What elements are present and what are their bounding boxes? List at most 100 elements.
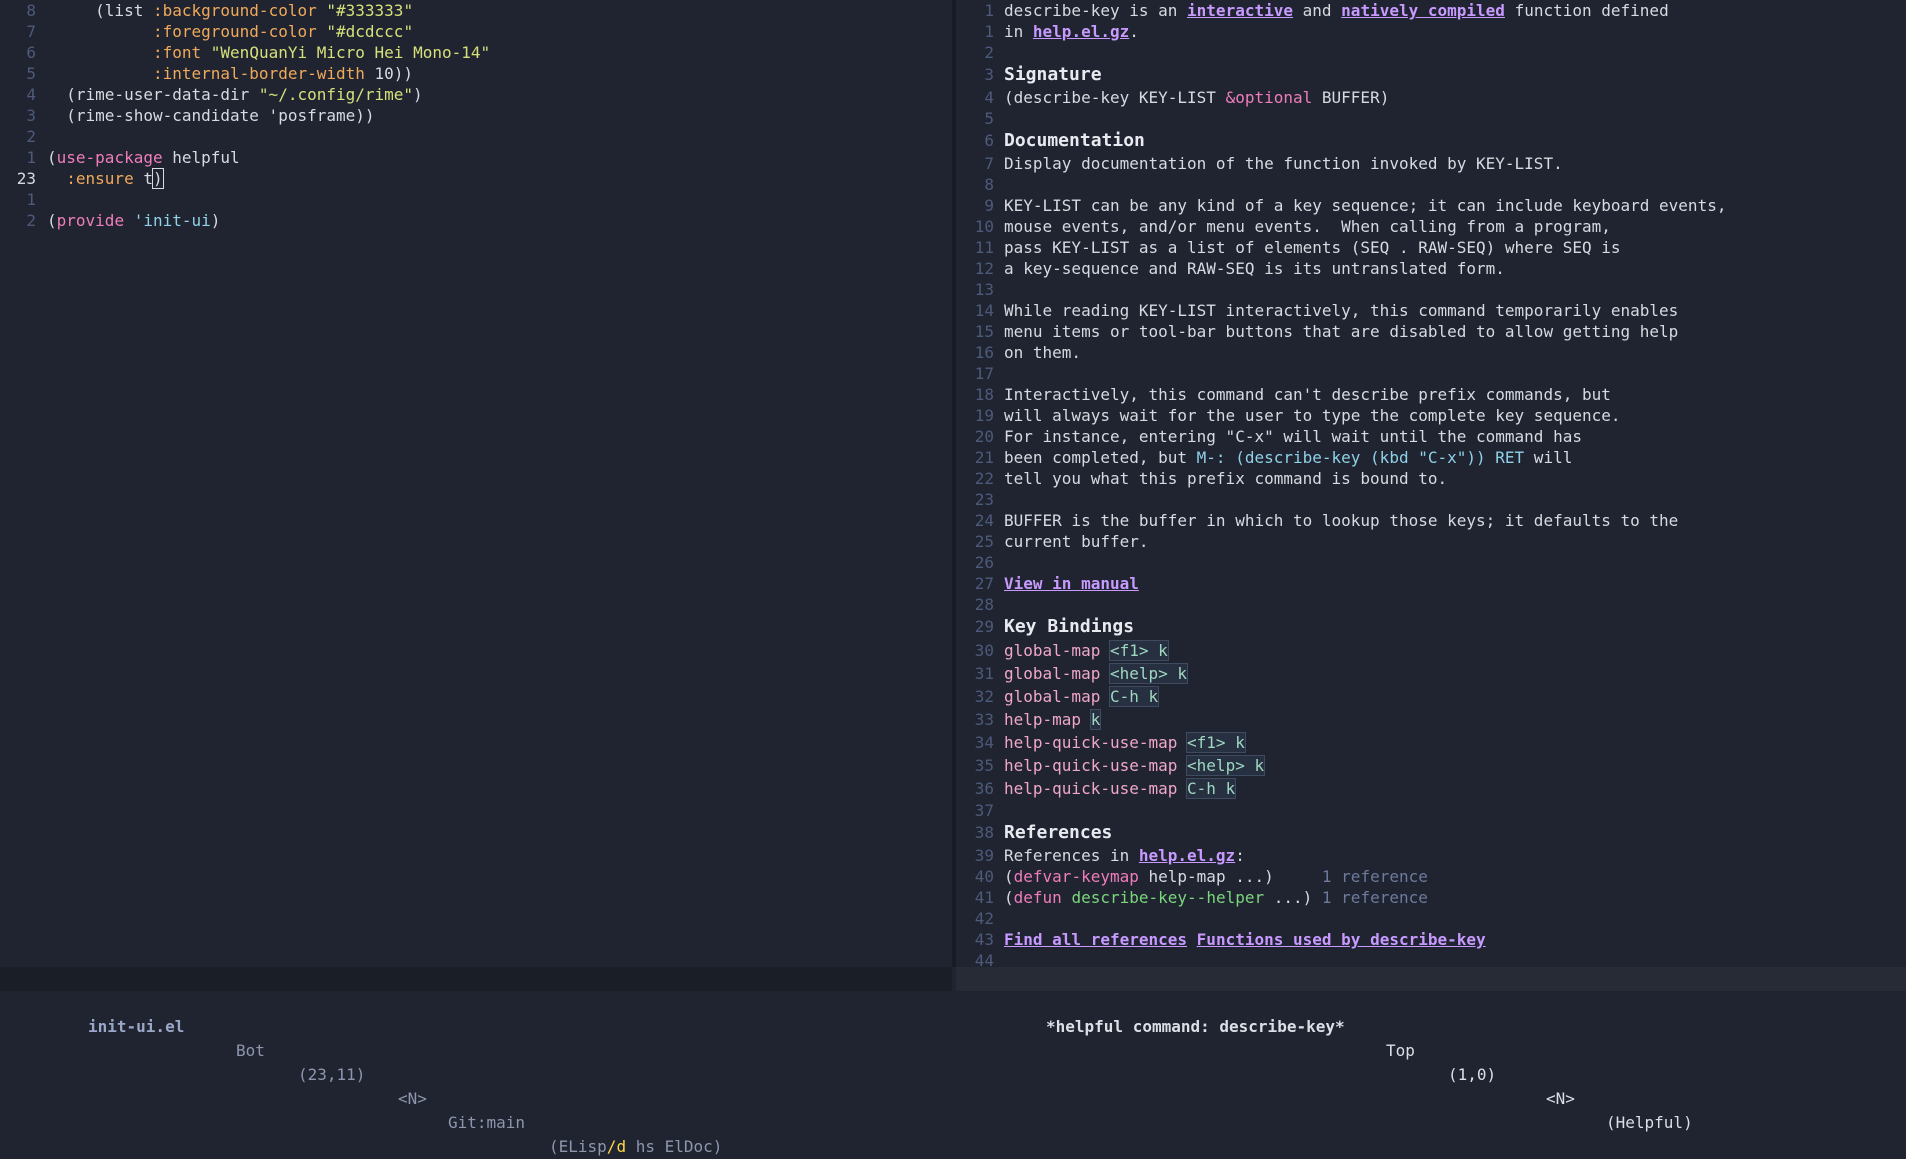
line-text: Display documentation of the function in… bbox=[1004, 153, 1563, 174]
buffer-line[interactable]: 27 View in manual bbox=[956, 573, 1906, 594]
buffer-line[interactable]: 40 (defvar-keymap help-map ...) 1 referen… bbox=[956, 866, 1906, 887]
buffer-line[interactable]: 2 bbox=[0, 126, 952, 147]
buffer-line[interactable]: 28 bbox=[956, 594, 1906, 615]
buffer-line[interactable]: 31 global-map <help> k bbox=[956, 662, 1906, 685]
buffer-line[interactable]: 8 bbox=[956, 174, 1906, 195]
line-number: 5 bbox=[984, 109, 994, 128]
line-text: help-quick-use-map <f1> k bbox=[1004, 731, 1246, 754]
ml-major-mode[interactable]: (ELisp/d hs ElDoc) bbox=[549, 1135, 722, 1159]
text-span: "#333333" bbox=[326, 1, 414, 20]
line-number: 35 bbox=[974, 756, 994, 775]
buffer-line[interactable]: 23 :ensure t) bbox=[0, 168, 952, 189]
buffer-line[interactable]: 37 bbox=[956, 800, 1906, 821]
buffer-line[interactable]: 43 Find all references Functions used by … bbox=[956, 929, 1906, 950]
buffer-line[interactable]: 34 help-quick-use-map <f1> k bbox=[956, 731, 1906, 754]
text-span: "WenQuanYi Micro Hei Mono-14" bbox=[210, 43, 491, 62]
buffer-line[interactable]: 16 on them. bbox=[956, 342, 1906, 363]
buffer-line[interactable]: 42 bbox=[956, 908, 1906, 929]
buffer-line[interactable]: 3 Signature bbox=[956, 63, 1906, 87]
mode-line-right[interactable]: U:%*- *helpful command: describe-key* To… bbox=[956, 967, 1906, 1132]
line-text: (defvar-keymap help-map ...) 1 reference bbox=[1004, 866, 1428, 887]
line-text: :foreground-color "#dcdccc" bbox=[47, 21, 413, 42]
buffer-line[interactable]: 13 bbox=[956, 279, 1906, 300]
buffer-line[interactable]: 3 (rime-show-candidate 'posframe)) bbox=[0, 105, 952, 126]
buffer-line[interactable]: 33 help-map k bbox=[956, 708, 1906, 731]
helpful-pane[interactable]: 1 describe-key is an interactive and nati… bbox=[956, 0, 1906, 967]
buffer-line[interactable]: 5 :internal-border-width 10)) bbox=[0, 63, 952, 84]
buffer-line[interactable]: 4 (describe-key KEY-LIST &optional BUFFER… bbox=[956, 87, 1906, 108]
line-number: 19 bbox=[974, 406, 994, 425]
line-number: 18 bbox=[974, 385, 994, 404]
buffer-line[interactable]: 30 global-map <f1> k bbox=[956, 639, 1906, 662]
buffer-line[interactable]: 1 bbox=[0, 189, 952, 210]
help-link[interactable]: Find all references bbox=[1004, 930, 1187, 949]
buffer-line[interactable]: 32 global-map C-h k bbox=[956, 685, 1906, 708]
buffer-line[interactable]: 6 Documentation bbox=[956, 129, 1906, 153]
buffer-line[interactable]: 29 Key Bindings bbox=[956, 615, 1906, 639]
help-link[interactable]: help.el.gz bbox=[1033, 22, 1129, 41]
line-text: Signature bbox=[1004, 63, 1102, 87]
help-link[interactable]: help.el.gz bbox=[1139, 846, 1235, 865]
buffer-line[interactable]: 1 (use-package helpful bbox=[0, 147, 952, 168]
key-binding[interactable]: <f1> k bbox=[1186, 732, 1246, 753]
key-binding[interactable]: C-h k bbox=[1108, 686, 1160, 707]
buffer-line[interactable]: 17 bbox=[956, 363, 1906, 384]
buffer-line[interactable]: 20 For instance, entering "C-x" will wait… bbox=[956, 426, 1906, 447]
buffer-line[interactable]: 8 (list :background-color "#333333" bbox=[0, 0, 952, 21]
buffer-line[interactable]: 35 help-quick-use-map <help> k bbox=[956, 754, 1906, 777]
buffer-line[interactable]: 10 mouse events, and/or menu events. When… bbox=[956, 216, 1906, 237]
buffer-line[interactable]: 6 :font "WenQuanYi Micro Hei Mono-14" bbox=[0, 42, 952, 63]
help-link[interactable]: natively compiled bbox=[1341, 1, 1505, 20]
editor-pane-init-ui[interactable]: 8 (list :background-color "#333333" 7 :fo… bbox=[0, 0, 952, 967]
buffer-line[interactable]: 1 describe-key is an interactive and nati… bbox=[956, 0, 1906, 21]
buffer-line[interactable]: 38 References bbox=[956, 821, 1906, 845]
buffer-line[interactable]: 1 in help.el.gz. bbox=[956, 21, 1906, 42]
ml-vc-branch[interactable]: Git:main bbox=[448, 1111, 525, 1135]
mode-line-left[interactable]: -:--- init-ui.el Bot (23,11) <N> Git:mai… bbox=[0, 967, 952, 1156]
buffer-line[interactable]: 9 KEY-LIST can be any kind of a key seque… bbox=[956, 195, 1906, 216]
ml-buffer-name[interactable]: *helpful command: describe-key* bbox=[1046, 1015, 1345, 1039]
buffer-line[interactable]: 22 tell you what this prefix command is b… bbox=[956, 468, 1906, 489]
ml-cursor-pos: (1,0) bbox=[1448, 1065, 1497, 1084]
key-binding[interactable]: <f1> k bbox=[1108, 640, 1169, 661]
line-number: 23 bbox=[974, 490, 994, 509]
echo-area[interactable] bbox=[0, 991, 1906, 1009]
buffer-line[interactable]: 2 bbox=[956, 42, 1906, 63]
ml-major-mode[interactable]: (Helpful) bbox=[1606, 1111, 1693, 1135]
buffer-line[interactable]: 25 current buffer. bbox=[956, 531, 1906, 552]
buffer-line[interactable]: 23 bbox=[956, 489, 1906, 510]
buffer-line[interactable]: 5 bbox=[956, 108, 1906, 129]
line-number: 4 bbox=[26, 85, 36, 104]
buffer-line[interactable]: 12 a key-sequence and RAW-SEQ is its untr… bbox=[956, 258, 1906, 279]
key-binding[interactable]: <help> k bbox=[1186, 755, 1266, 776]
buffer-line[interactable]: 44 bbox=[956, 950, 1906, 967]
buffer-line[interactable]: 2 (provide 'init-ui) bbox=[0, 210, 952, 231]
buffer-line[interactable]: 26 bbox=[956, 552, 1906, 573]
help-link[interactable]: View in manual bbox=[1004, 574, 1139, 593]
key-binding[interactable]: <help> k bbox=[1108, 663, 1189, 684]
line-text: current buffer. bbox=[1004, 531, 1149, 552]
text-span: . bbox=[1129, 22, 1139, 41]
line-number: 27 bbox=[974, 574, 994, 593]
buffer-line[interactable]: 14 While reading KEY-LIST interactively, … bbox=[956, 300, 1906, 321]
buffer-line[interactable]: 11 pass KEY-LIST as a list of elements (S… bbox=[956, 237, 1906, 258]
help-link[interactable]: interactive bbox=[1187, 1, 1293, 20]
text-span: ) bbox=[413, 85, 423, 104]
buffer-line[interactable]: 36 help-quick-use-map C-h k bbox=[956, 777, 1906, 800]
help-link[interactable]: Functions used by describe-key bbox=[1197, 930, 1486, 949]
buffer-line[interactable]: 7 Display documentation of the function i… bbox=[956, 153, 1906, 174]
buffer-line[interactable]: 41 (defun describe-key--helper ...) 1 ref… bbox=[956, 887, 1906, 908]
buffer-line[interactable]: 4 (rime-user-data-dir "~/.config/rime") bbox=[0, 84, 952, 105]
ml-buffer-name[interactable]: init-ui.el bbox=[88, 1015, 184, 1039]
buffer-line[interactable]: 19 will always wait for the user to type … bbox=[956, 405, 1906, 426]
key-binding[interactable]: C-h k bbox=[1186, 778, 1237, 799]
buffer-line[interactable]: 18 Interactively, this command can't desc… bbox=[956, 384, 1906, 405]
buffer-line[interactable]: 24 BUFFER is the buffer in which to looku… bbox=[956, 510, 1906, 531]
text-span: While reading KEY-LIST interactively, th… bbox=[1004, 301, 1679, 320]
buffer-line[interactable]: 7 :foreground-color "#dcdccc" bbox=[0, 21, 952, 42]
text-span: and bbox=[1293, 1, 1342, 20]
buffer-line[interactable]: 21 been completed, but M-: (describe-key … bbox=[956, 447, 1906, 468]
buffer-line[interactable]: 39 References in help.el.gz: bbox=[956, 845, 1906, 866]
buffer-line[interactable]: 15 menu items or tool-bar buttons that ar… bbox=[956, 321, 1906, 342]
key-binding[interactable]: k bbox=[1089, 709, 1102, 730]
